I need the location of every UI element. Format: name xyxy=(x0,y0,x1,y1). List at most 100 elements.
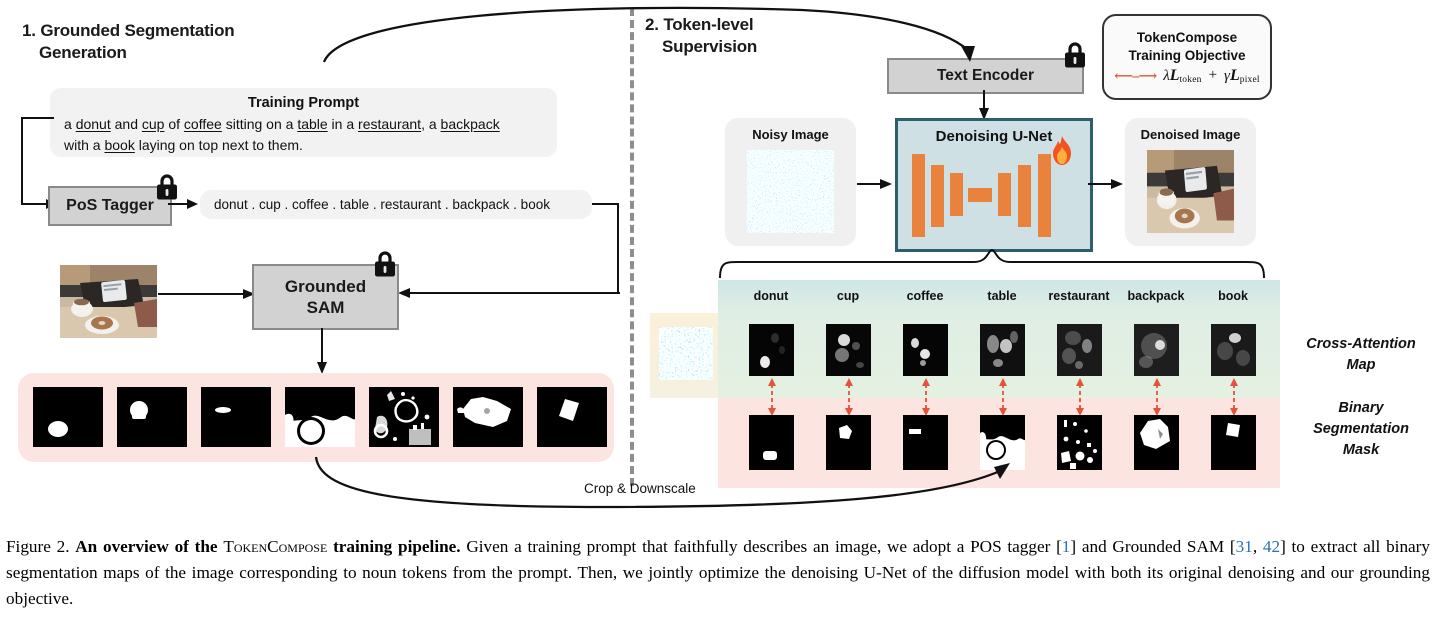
denoising-unet-box[interactable]: Denoising U-Net xyxy=(895,118,1093,252)
token-header-backpack: backpack xyxy=(1127,289,1185,303)
token-header-book: book xyxy=(1218,289,1248,303)
attention-map-restaurant xyxy=(1057,324,1102,376)
noun-table: table xyxy=(297,116,328,132)
unet-bar-6 xyxy=(1018,165,1031,227)
link-arrow-table xyxy=(999,378,1007,416)
link-arrow-backpack xyxy=(1153,378,1161,416)
tokens-output-text: donut . cup . coffee . table . restauran… xyxy=(214,197,550,212)
noisy-to-unet-arrow xyxy=(857,179,892,189)
objective-formula: ⟵--⟶ λLtoken + γLpixel xyxy=(1114,67,1260,85)
attention-map-cup xyxy=(826,324,871,376)
mask-label-l1: Binary xyxy=(1338,400,1384,416)
attention-map-book xyxy=(1211,324,1256,376)
tokens-output-panel: donut . cup . coffee . table . restauran… xyxy=(200,190,592,219)
caption-ref-comma: , xyxy=(1252,537,1263,556)
noun-cup: cup xyxy=(141,116,165,132)
noun-coffee: coffee xyxy=(183,116,222,132)
noun-restaurant: restaurant xyxy=(358,116,422,132)
grounded-sam-line1: Grounded xyxy=(284,276,367,296)
training-prompt-panel: Training Prompt a donut and cup of coffe… xyxy=(50,88,557,157)
training-objective-card: TokenCompose Training Objective ⟵--⟶ λLt… xyxy=(1102,14,1272,100)
link-arrow-coffee xyxy=(922,378,930,416)
mask-label-l2: Segmentation xyxy=(1313,421,1409,438)
noisy-image-thumbnail xyxy=(747,150,834,233)
source-image-thumbnail xyxy=(60,265,157,338)
denoised-image-panel: Denoised Image xyxy=(1125,118,1256,246)
attention-map-coffee xyxy=(903,324,948,376)
link-arrow-cup xyxy=(845,378,853,416)
fire-icon xyxy=(1053,136,1071,165)
objective-line1: TokenCompose xyxy=(1136,30,1238,46)
attention-map-backpack xyxy=(1134,324,1179,376)
training-prompt-text: a donut and cup of coffee sitting on a t… xyxy=(64,116,500,154)
unet-bar-1 xyxy=(912,154,925,237)
link-arrow-donut xyxy=(768,378,776,416)
pos-to-tokens-arrow xyxy=(168,199,198,209)
caption-ref-2[interactable]: 31 xyxy=(1236,537,1253,556)
unet-bar-3 xyxy=(950,173,963,216)
binary-segmentation-mask-label: Binary Segmentation Mask xyxy=(1290,398,1432,461)
lock-icon-text-encoder xyxy=(1065,42,1085,68)
section-1-line2: Generation xyxy=(39,43,127,63)
section-1-title: 1. Grounded Segmentation Generation xyxy=(22,20,322,65)
unet-to-denoised-arrow xyxy=(1088,179,1123,189)
unet-bar-5 xyxy=(998,173,1011,216)
attention-map-donut xyxy=(749,324,794,376)
unet-bar-2 xyxy=(931,165,944,227)
training-prompt-title: Training Prompt xyxy=(247,95,360,111)
noun-backpack: backpack xyxy=(440,116,500,132)
unet-to-grid-brace xyxy=(719,248,1265,279)
cross-attention-map-label: Cross-Attention Map xyxy=(1290,334,1432,376)
caption-figure-label: Figure 2. xyxy=(6,537,70,556)
pos-tagger-label: PoS Tagger xyxy=(66,197,154,214)
mask-cup xyxy=(117,387,187,447)
token-header-donut: donut xyxy=(753,289,789,303)
caption-rest-1: Given a training prompt that faithfully … xyxy=(466,537,1062,556)
caption-ref-3[interactable]: 42 xyxy=(1263,537,1280,556)
denoised-image-thumbnail xyxy=(1147,150,1234,233)
grid-mask-backpack xyxy=(1134,415,1179,470)
mask-donut xyxy=(33,387,103,447)
cropped-noisy-thumbnail xyxy=(659,327,713,380)
noisy-image-label: Noisy Image xyxy=(752,127,829,142)
lock-icon-grounded-sam xyxy=(375,251,395,277)
sub-token: token xyxy=(1179,74,1202,85)
prompt-to-text-encoder-arrow xyxy=(322,6,975,63)
mask-coffee xyxy=(201,387,271,447)
plus-symbol: + xyxy=(1208,67,1218,84)
sam-to-masks-arrow xyxy=(317,328,327,374)
token-header-coffee: coffee xyxy=(906,289,944,303)
loss-symbol-pixel: L xyxy=(1229,66,1240,84)
section-1-number: 1. xyxy=(22,21,36,40)
sam-right-input-arrow xyxy=(398,288,620,298)
caption-smallcaps-name: TokenCompose xyxy=(223,537,328,556)
attention-map-table xyxy=(980,324,1025,376)
grounded-sam-line2: SAM xyxy=(306,298,345,317)
mask-table xyxy=(285,387,355,447)
crop-downscale-label: Crop & Downscale xyxy=(584,481,696,496)
grid-mask-restaurant xyxy=(1057,415,1102,470)
text-encoder-label: Text Encoder xyxy=(936,67,1035,85)
link-arrow-book xyxy=(1230,378,1238,416)
caption-rest-2: ] and Grounded SAM [ xyxy=(1070,537,1236,556)
unet-bar-bottleneck xyxy=(968,188,992,202)
loss-symbol-token: L xyxy=(1169,66,1180,84)
caption-bold-2: training pipeline. xyxy=(333,537,461,556)
attn-label-l2: Map xyxy=(1346,357,1376,374)
token-header-cup: cup xyxy=(836,289,860,303)
token-header-restaurant: restaurant xyxy=(1048,289,1110,303)
caption-bold-1: An overview of the xyxy=(75,537,218,556)
token-header-table: table xyxy=(987,289,1017,303)
mask-backpack xyxy=(453,387,523,447)
image-to-sam-arrow xyxy=(158,289,255,299)
noun-donut: donut xyxy=(75,116,111,132)
mask-book xyxy=(537,387,607,447)
link-arrow-restaurant xyxy=(1076,378,1084,416)
objective-line2: Training Objective xyxy=(1128,47,1246,63)
dashed-arrow-legend-icon: ⟵--⟶ xyxy=(1114,67,1157,83)
attn-label-l1: Cross-Attention xyxy=(1306,336,1416,352)
figure-caption: Figure 2. An overview of the TokenCompos… xyxy=(6,534,1430,612)
mask-restaurant xyxy=(369,387,439,447)
noisy-image-panel: Noisy Image xyxy=(725,118,856,246)
sub-pixel: pixel xyxy=(1239,74,1260,85)
